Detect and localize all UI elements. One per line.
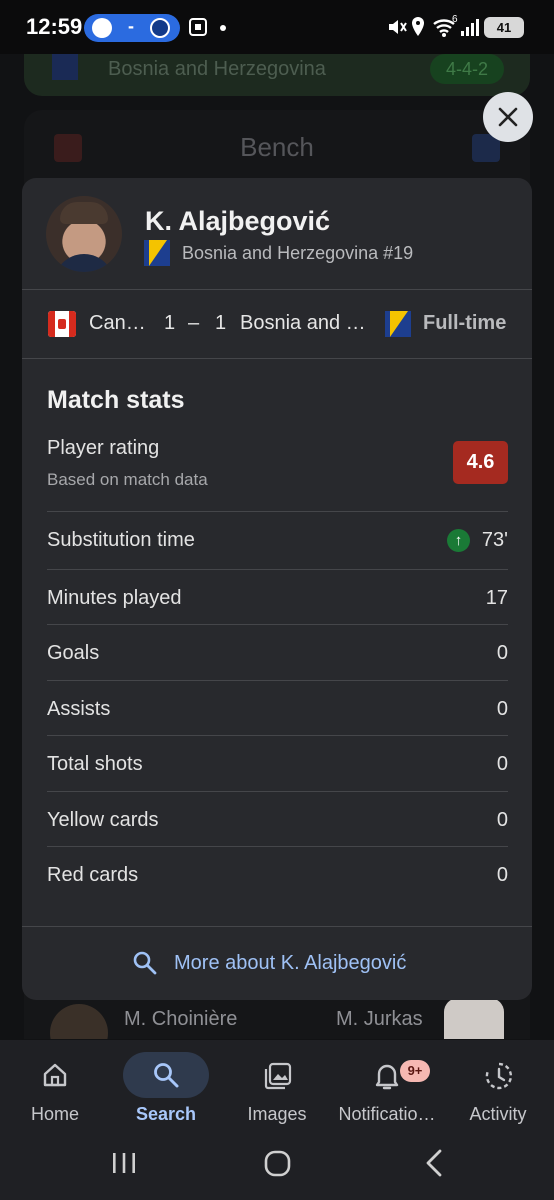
stat-row-red-cards: Red cards 0 xyxy=(47,846,508,901)
nav-activity[interactable]: Activity xyxy=(443,1040,553,1132)
player-rating-subtitle: Based on match data xyxy=(47,470,208,489)
stat-label: Substitution time xyxy=(47,529,195,551)
mute-icon xyxy=(389,20,407,34)
system-nav-bar xyxy=(0,1132,554,1200)
stat-row-assists: Assists 0 xyxy=(47,680,508,735)
lineup-team-name: Bosnia and Herzegovina xyxy=(108,58,326,80)
pill-separator: - xyxy=(128,16,134,36)
search-icon xyxy=(154,1063,179,1088)
player-card: K. Alajbegović Bosnia and Herzegovina #1… xyxy=(22,178,532,1000)
player-team-number: Bosnia and Herzegovina #19 xyxy=(182,243,414,263)
nav-label: Home xyxy=(30,1104,79,1124)
location-icon xyxy=(412,17,424,36)
back-icon[interactable] xyxy=(420,1148,448,1178)
match-stats-title: Match stats xyxy=(47,386,185,414)
bosnia-flag-icon xyxy=(52,54,78,80)
nav-label: Activity xyxy=(469,1104,527,1124)
club-badge-icon xyxy=(92,18,112,38)
images-icon xyxy=(264,1062,292,1090)
stat-row-goals: Goals 0 xyxy=(47,624,508,679)
battery-level: 41 xyxy=(496,20,512,35)
screenshot-icon xyxy=(189,18,207,36)
player-rating-label: Player rating xyxy=(47,437,160,459)
player-name: K. Alajbegović xyxy=(145,206,331,236)
stat-value: 0 xyxy=(496,753,508,775)
stat-row-substitution: Substitution time ↑ 73' xyxy=(47,511,508,566)
signal-label: 6 xyxy=(452,14,458,25)
close-button[interactable] xyxy=(483,92,533,142)
home-team-name: Can… xyxy=(89,312,146,334)
battery-indicator: 41 xyxy=(484,17,524,38)
avatar xyxy=(444,998,504,1039)
lineup-card: Bosnia and Herzegovina 4-4-2 xyxy=(24,54,530,96)
arrow-up-icon: ↑ xyxy=(447,529,470,552)
canada-flag-icon xyxy=(48,311,76,337)
more-link-text: More about K. Alajbegović xyxy=(174,952,407,974)
stat-label: Red cards xyxy=(47,864,139,886)
stat-row-shots: Total shots 0 xyxy=(47,735,508,790)
player-rating-badge: 4.6 xyxy=(453,441,508,484)
bench-player-left: M. Choinière xyxy=(124,1008,238,1030)
close-icon xyxy=(498,107,518,127)
bench-title: Bench xyxy=(240,132,314,162)
avatar xyxy=(50,1004,108,1039)
bench-player-right: M. Jurkas xyxy=(336,1008,423,1030)
away-team-name: Bosnia and … xyxy=(240,312,366,334)
search-icon xyxy=(133,951,157,975)
nav-images[interactable]: Images xyxy=(222,1040,332,1132)
stat-row-yellow-cards: Yellow cards 0 xyxy=(47,791,508,846)
lineup-formation: 4-4-2 xyxy=(430,54,504,84)
more-about-player-link[interactable]: More about K. Alajbegović xyxy=(22,926,532,1000)
match-score-row[interactable]: Can… 1 – 1 Bosnia and … Full-time xyxy=(22,290,532,358)
club-badge-icon xyxy=(150,18,170,38)
nav-label: Search xyxy=(135,1104,197,1124)
home-icon xyxy=(43,1063,67,1087)
stat-value: 0 xyxy=(496,864,508,886)
stat-value: 0 xyxy=(496,698,508,720)
player-avatar xyxy=(46,196,122,272)
stat-value: 17 xyxy=(485,587,508,609)
stat-label: Assists xyxy=(47,698,111,720)
stat-row-minutes: Minutes played 17 xyxy=(47,569,508,624)
nav-home[interactable]: Home xyxy=(0,1040,110,1132)
bottom-nav: Home Search Images 9+ Notificatio… Activ… xyxy=(0,1040,554,1132)
nav-label: Notificatio… xyxy=(338,1104,436,1124)
stat-value: 0 xyxy=(496,809,508,831)
nav-search[interactable]: Search xyxy=(111,1040,221,1132)
stat-label: Yellow cards xyxy=(47,809,159,831)
divider xyxy=(22,358,532,359)
signal-icon xyxy=(461,19,479,36)
nav-label: Images xyxy=(247,1104,307,1124)
home-gesture-icon[interactable] xyxy=(263,1148,293,1178)
dot-icon xyxy=(220,25,226,31)
stat-label: Minutes played xyxy=(47,587,182,609)
stat-label: Total shots xyxy=(47,753,143,775)
activity-icon xyxy=(485,1062,513,1090)
stat-value: 73' xyxy=(481,529,508,551)
home-score: 1 xyxy=(164,312,176,334)
status-bar: 12:59 - 6 41 xyxy=(0,0,554,54)
bench-row: M. Choinière M. Jurkas xyxy=(0,998,554,1039)
match-status: Full-time xyxy=(423,312,507,334)
app-indicator-pill[interactable]: - xyxy=(84,14,180,42)
bosnia-flag-icon xyxy=(385,311,411,337)
recent-apps-icon[interactable] xyxy=(110,1148,138,1178)
score-dash: – xyxy=(188,312,200,334)
bell-icon xyxy=(375,1064,399,1090)
stat-label: Goals xyxy=(47,642,100,664)
status-time: 12:59 xyxy=(26,14,83,39)
bosnia-flag-icon xyxy=(144,240,170,266)
stat-value: 0 xyxy=(496,642,508,664)
notification-badge: 9+ xyxy=(400,1060,430,1082)
nav-notifications[interactable]: 9+ Notificatio… xyxy=(332,1040,442,1132)
away-score: 1 xyxy=(215,312,227,334)
